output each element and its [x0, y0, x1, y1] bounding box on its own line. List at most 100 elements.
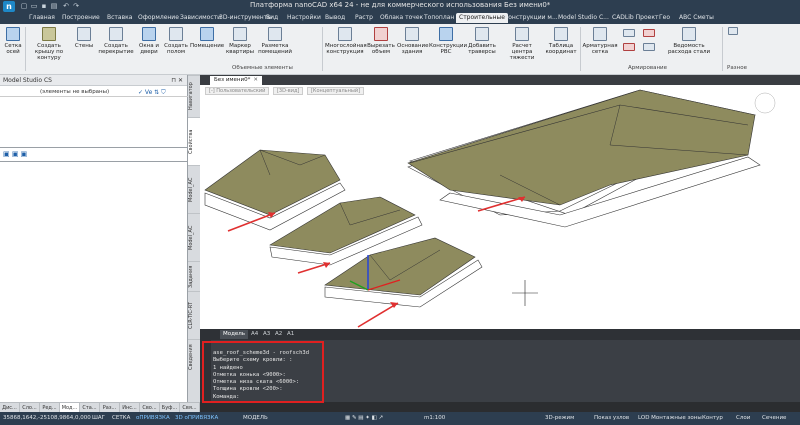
- snap-toggle[interactable]: ШАГ: [92, 412, 105, 425]
- tab-output[interactable]: Вывод: [322, 13, 348, 23]
- layers-toggle[interactable]: Слои: [736, 412, 750, 425]
- tab-clr[interactable]: CLR-TIC-RT: [188, 291, 200, 339]
- add-traverses-button[interactable]: Добавить траверсы: [465, 27, 499, 55]
- floor-icon: [169, 27, 183, 41]
- redo-icon[interactable]: ↷: [72, 2, 80, 10]
- selection-bar: (элементы не выбраны) ✓ Ve ⇅ ⛉: [0, 88, 188, 97]
- print-icon[interactable]: ▤: [50, 2, 58, 10]
- windows-doors-button[interactable]: Окна и двери: [136, 27, 162, 55]
- multilayer-construction-button[interactable]: Многослойная конструкция: [325, 27, 367, 55]
- tab-model-studio[interactable]: Model Studio C...: [555, 13, 612, 23]
- base-icon: [405, 27, 419, 41]
- wall-icon: [77, 27, 91, 41]
- walls-button[interactable]: Стены: [72, 27, 96, 49]
- tab-navigator[interactable]: Навигатор: [188, 75, 200, 117]
- rebar-tool-4-button[interactable]: [640, 43, 658, 53]
- close-icon[interactable]: ✕: [253, 77, 258, 83]
- save-icon[interactable]: ▪: [40, 2, 48, 10]
- roof-large: [407, 89, 776, 228]
- rebar-tool-3-button[interactable]: [640, 29, 658, 39]
- tab-raster[interactable]: Растр: [352, 13, 376, 23]
- tab-build[interactable]: Построение: [59, 13, 103, 23]
- tab-info[interactable]: Сведения: [188, 339, 200, 375]
- tab-model[interactable]: Модель: [220, 330, 249, 339]
- show-nodes-toggle[interactable]: Показ узлов: [594, 412, 629, 425]
- window-icon: [142, 27, 156, 41]
- create-floor-button[interactable]: Создать полом: [163, 27, 189, 55]
- building-base-button[interactable]: Основание здания: [397, 27, 428, 55]
- osnap-toggle[interactable]: оПРИВЯЗКА: [136, 412, 170, 425]
- misc-button[interactable]: [726, 27, 740, 37]
- rvs-constructions-button[interactable]: Конструкции РВС: [429, 27, 467, 55]
- markup-icon: [268, 27, 282, 41]
- misc-icon: [728, 27, 738, 35]
- roof-by-contour-button[interactable]: Создать крышу по контуру: [27, 27, 71, 61]
- panel-tools-icon[interactable]: ▣ ▣ ▣: [3, 150, 27, 158]
- room-markup-button[interactable]: Разметка помещений: [257, 27, 293, 55]
- view-controls[interactable]: [-] Пользовательский [3D-вид] [Концептуа…: [205, 87, 366, 95]
- tab-home[interactable]: Главная: [26, 13, 58, 23]
- rebar-mesh-button[interactable]: Арматурная сетка: [582, 27, 618, 55]
- cut-volume-button[interactable]: Вырезать объем: [367, 27, 395, 55]
- room-icon: [199, 27, 214, 41]
- view-control-3[interactable]: [Концептуальный]: [306, 87, 365, 95]
- status-icons[interactable]: ▦ ✎ ▤ ✦ ◧ ↗: [345, 412, 383, 425]
- status-bar: 35868,1642,-25108,9864,0,000 ШАГ СЕТКА о…: [0, 412, 800, 425]
- undo-icon[interactable]: ↶: [62, 2, 70, 10]
- model-toggle[interactable]: МОДЕЛЬ: [243, 412, 268, 425]
- tab-tasks[interactable]: Задания: [188, 261, 200, 291]
- rebar-cut-icon: [623, 43, 635, 51]
- group-label-misc: Разное: [727, 65, 747, 71]
- panel-title: Model Studio CS: [3, 77, 52, 84]
- tab-abc[interactable]: ABC Сметы: [676, 13, 717, 23]
- tab-model-as-1[interactable]: Model_АС: [188, 165, 200, 213]
- 3d-osnap-toggle[interactable]: 3D оПРИВЯЗКА: [175, 412, 218, 425]
- tab-geo[interactable]: Гео: [656, 13, 673, 23]
- tab-structures[interactable]: Конструкции м...: [501, 13, 561, 23]
- rebar-tool-2-button[interactable]: [620, 43, 638, 53]
- tab-settings[interactable]: Настройки: [284, 13, 324, 23]
- command-line[interactable]: ase_roof_scheme3d - roofsch3d Выберите сх…: [200, 340, 800, 403]
- view-control-2[interactable]: [3D-вид]: [272, 87, 304, 95]
- coordinates-table-button[interactable]: Таблица координат: [545, 27, 577, 55]
- drawing-canvas[interactable]: [-] Пользовательский [3D-вид] [Концептуа…: [200, 85, 800, 329]
- marker-icon: [233, 27, 247, 41]
- 3d-mode-toggle[interactable]: 3D-режим: [545, 412, 574, 425]
- grid-axes-button[interactable]: Сетка осей: [3, 27, 23, 55]
- panel-tabs: Дис... Сло... Ред... Мод... Ста... Раз..…: [0, 402, 200, 413]
- scale-readout[interactable]: m1:100: [424, 412, 445, 425]
- tab-annotate[interactable]: Оформление: [135, 13, 182, 23]
- tab-point-clouds[interactable]: Облака точек: [377, 13, 426, 23]
- tab-model-as-2[interactable]: Model_АС: [188, 213, 200, 261]
- selection-tools[interactable]: ✓ Ve ⇅ ⛉: [138, 88, 166, 97]
- section-toggle[interactable]: Сечение: [762, 412, 786, 425]
- center-of-gravity-button[interactable]: Расчет центра тяжести: [502, 27, 542, 61]
- apartment-marker-button[interactable]: Маркер квартиры: [225, 27, 255, 55]
- tab-properties[interactable]: Свойства: [188, 117, 200, 165]
- open-file-icon[interactable]: ▭: [30, 2, 38, 10]
- document-tab[interactable]: Без имени0* ✕: [210, 76, 262, 85]
- tab-view[interactable]: Вид: [263, 13, 281, 23]
- steel-consumption-button[interactable]: Ведомость расхода стали: [664, 27, 714, 55]
- lod-toggle[interactable]: LOD Монтажные зоны: [638, 412, 702, 425]
- tab-topoplan[interactable]: Топоплан: [421, 13, 457, 23]
- tab-insert[interactable]: Вставка: [104, 13, 135, 23]
- ribbon-tabs: Главная Построение Вставка Оформление За…: [0, 12, 800, 24]
- contour-toggle[interactable]: Контур: [702, 412, 723, 425]
- grid-toggle[interactable]: СЕТКА: [112, 412, 130, 425]
- view-control-1[interactable]: [-] Пользовательский: [205, 87, 270, 95]
- rebar-red-icon: [643, 29, 655, 37]
- steel-icon: [682, 27, 696, 41]
- cut-icon: [374, 27, 388, 41]
- tab-cadlib[interactable]: CADLib Проект: [609, 13, 661, 23]
- tab-a1[interactable]: A1: [284, 330, 297, 339]
- new-file-icon[interactable]: ▢: [20, 2, 28, 10]
- app-logo: n: [3, 1, 15, 12]
- highlight-box: [202, 341, 324, 403]
- ribbon-panel: Сетка осей Создать крышу по контуру Стен…: [0, 24, 800, 75]
- pin-icon[interactable]: ⊓ ✕: [171, 75, 183, 86]
- room-button[interactable]: Помещение: [190, 27, 224, 49]
- create-slab-button[interactable]: Создать перекрытие: [98, 27, 134, 55]
- rebar-tool-1-button[interactable]: [620, 29, 638, 39]
- group-label-volumes: Объемные элементы: [232, 65, 293, 71]
